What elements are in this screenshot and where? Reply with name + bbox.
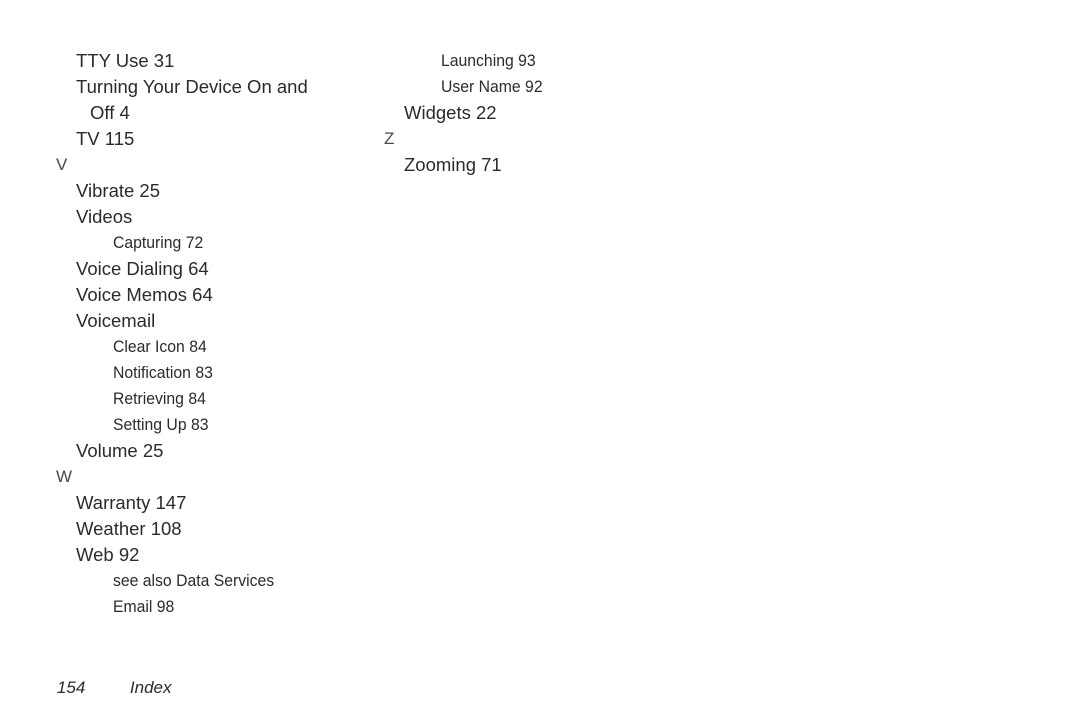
index-subentry: Setting Up 83: [113, 416, 209, 434]
index-subentry: Retrieving 84: [113, 390, 206, 408]
index-entry: Weather 108: [76, 518, 182, 539]
index-subentry: User Name 92: [441, 78, 543, 96]
index-entry: Vibrate 25: [76, 180, 160, 201]
index-entry: TV 115: [76, 128, 135, 149]
index-entry: Voice Memos 64: [76, 284, 213, 305]
index-entry: Zooming 71: [404, 154, 502, 175]
index-subentry: see also Data Services: [113, 572, 275, 590]
index-letter-heading: V: [56, 155, 68, 174]
index-letter-heading: Z: [384, 129, 395, 148]
index-entry: Voice Dialing 64: [76, 258, 209, 279]
index-subentry: Launching 93: [441, 52, 536, 70]
index-entry: Web 92: [76, 544, 140, 565]
index-column-left: TTY Use 31 Turning Your Device On and Off …: [56, 48, 386, 620]
footer-page-number: 154: [56, 678, 86, 697]
index-subentry: Email 98: [113, 598, 175, 616]
page-footer: 154 Index: [38, 658, 172, 718]
index-entry: TTY Use 31: [76, 50, 175, 71]
index-letter-heading: W: [56, 467, 73, 486]
index-page: TTY Use 31 Turning Your Device On and Off …: [0, 0, 1080, 720]
index-subentry: Capturing 72: [113, 234, 204, 252]
index-entry: Turning Your Device On and Off 4: [76, 74, 386, 126]
index-entry: Warranty 147: [76, 492, 187, 513]
index-entry: Voicemail: [76, 310, 156, 331]
index-subentry: Notification 83: [113, 364, 213, 382]
index-entry: Widgets 22: [404, 102, 497, 123]
index-entry: Volume 25: [76, 440, 164, 461]
index-entry-continuation: Off 4: [90, 102, 130, 123]
index-subentry: Clear Icon 84: [113, 338, 207, 356]
footer-title: Index: [129, 678, 172, 697]
index-entry: Videos: [76, 206, 133, 227]
index-column-right: Launching 93 User Name 92 Widgets 22 Z Zoomi…: [384, 48, 714, 178]
